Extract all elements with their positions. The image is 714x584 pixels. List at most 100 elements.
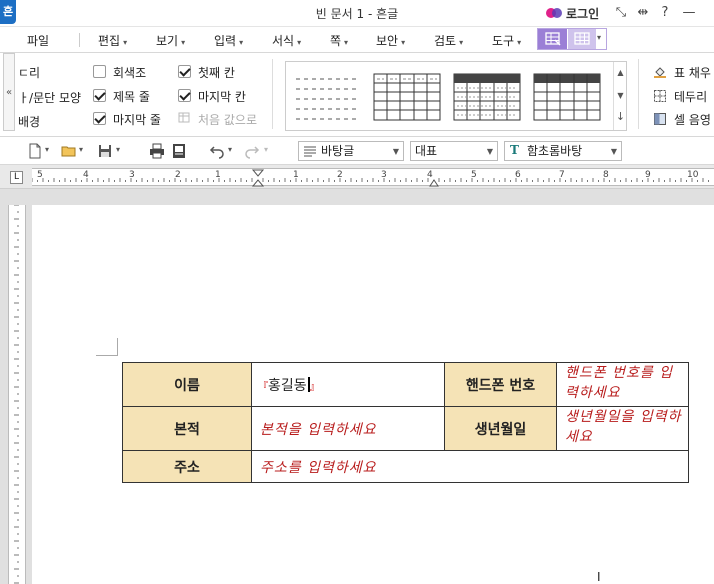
minimize-icon[interactable]: —: [680, 4, 698, 22]
reset-style-button[interactable]: 처음 값으로: [198, 111, 257, 128]
gallery-scrollbar[interactable]: ▲ ▼ ↓: [613, 62, 627, 130]
ruler-mark: 2: [175, 170, 181, 180]
menu-review-label: 검토: [434, 34, 457, 48]
table-style-banded[interactable]: [532, 72, 602, 122]
indent-marker[interactable]: [252, 169, 264, 187]
ribbon-left-label[interactable]: 배경: [18, 113, 40, 130]
menu-file[interactable]: 파일: [27, 32, 49, 49]
ribbon-left-label[interactable]: ㄷ리: [18, 64, 40, 81]
chevron-down-icon[interactable]: ▾: [597, 33, 601, 42]
fullscreen-icon[interactable]: ⤡: [612, 4, 630, 22]
menu-edit[interactable]: 편집 ▾: [98, 32, 127, 49]
menu-security[interactable]: 보안 ▾: [376, 32, 405, 49]
menu-view-label: 보기: [156, 34, 179, 48]
menu-page[interactable]: 쪽 ▾: [330, 32, 348, 49]
checkbox-grayscale[interactable]: [93, 65, 106, 78]
header-cell-origin[interactable]: 본적: [122, 406, 252, 451]
tab-type-selector[interactable]: L: [10, 171, 23, 184]
print-icon[interactable]: [149, 143, 165, 159]
gallery-scroll-up-icon[interactable]: ▲: [614, 68, 627, 77]
table-style-grid[interactable]: [372, 72, 442, 122]
menu-page-label: 쪽: [330, 34, 342, 48]
chevron-down-icon: ▼: [392, 147, 399, 156]
page-margin-corner: [96, 338, 118, 356]
checkbox-last-row[interactable]: [93, 112, 106, 125]
font-select[interactable]: T 함초롬바탕 ▼: [504, 141, 622, 161]
menu-insert[interactable]: 입력 ▾: [214, 32, 243, 49]
table-style-none[interactable]: [292, 72, 362, 122]
right-margin-marker[interactable]: [429, 177, 439, 187]
menu-review[interactable]: 검토 ▾: [434, 32, 463, 49]
chevron-down-icon: ▾: [344, 38, 349, 47]
chevron-down-icon: ▾: [517, 38, 522, 47]
chevron-down-icon: ▼: [486, 147, 493, 156]
ribbon-divider: [272, 59, 273, 129]
gallery-scroll-down-icon[interactable]: ▼: [614, 91, 627, 100]
checkbox-last-column[interactable]: [178, 89, 191, 102]
chevron-down-icon[interactable]: ▾: [116, 145, 120, 154]
chevron-down-icon: ▾: [401, 38, 406, 47]
address-input-cell[interactable]: 주소를 입력하세요: [251, 450, 689, 483]
chevron-down-icon[interactable]: ▾: [228, 145, 232, 154]
window-title: 빈 문서 1 - 흔글: [315, 7, 399, 21]
table-design-icon: [545, 32, 561, 46]
ruler-mark: 3: [129, 170, 135, 180]
header-cell-name[interactable]: 이름: [122, 362, 252, 407]
new-document-icon[interactable]: [27, 143, 43, 159]
border-button[interactable]: 테두리: [674, 88, 707, 105]
redo-icon[interactable]: [244, 143, 260, 159]
header-cell-address[interactable]: 주소: [122, 450, 252, 483]
print-preview-icon[interactable]: [171, 143, 187, 159]
reset-style-icon: [178, 112, 190, 123]
table-fill-button[interactable]: 표 채우: [674, 64, 711, 81]
chevron-down-icon[interactable]: ▾: [45, 145, 49, 154]
phone-input-cell[interactable]: 핸드폰 번호를 입력하세요: [556, 362, 689, 407]
language-select[interactable]: 대표 ▼: [410, 141, 498, 161]
chevron-down-icon: ▾: [264, 145, 269, 154]
ruler-mark: 2: [337, 170, 343, 180]
table-design-tab[interactable]: [538, 29, 567, 49]
checkbox-first-column-label: 첫째 칸: [198, 66, 235, 80]
save-icon[interactable]: [97, 143, 113, 159]
checkbox-first-column[interactable]: [178, 65, 191, 78]
menu-view[interactable]: 보기 ▾: [156, 32, 185, 49]
table-style-shaded-header[interactable]: [452, 72, 522, 122]
ribbon-collapse-button[interactable]: «: [3, 53, 15, 131]
quick-toolbar: ▾ ▾ ▾ ▾ ▾ 바탕글 ▼ 대표 ▼ T 함초롬바탕 ▼: [0, 137, 714, 165]
name-value-cell[interactable]: 『홍길동』: [251, 362, 445, 407]
login-button[interactable]: 로그인: [545, 5, 599, 22]
paragraph-style-select[interactable]: 바탕글 ▼: [298, 141, 404, 161]
cell-shade-icon: [654, 113, 666, 125]
menu-format[interactable]: 서식 ▾: [272, 32, 301, 49]
horizontal-ruler[interactable]: 5 4 3 2 1 1 2 3 4 5 6 7 8 9 10: [32, 168, 714, 187]
resize-width-icon[interactable]: ⇹: [634, 4, 652, 22]
gallery-expand-icon[interactable]: ↓: [614, 110, 627, 123]
menu-tools[interactable]: 도구 ▾: [492, 32, 521, 49]
chevron-down-icon: ▾: [123, 38, 128, 47]
table-style-gallery: ▲ ▼ ↓: [285, 61, 627, 131]
chevron-down-icon[interactable]: ▾: [79, 145, 83, 154]
menu-edit-label: 편집: [98, 34, 121, 48]
undo-icon[interactable]: [209, 143, 225, 159]
chevron-down-icon: ▾: [181, 38, 186, 47]
help-icon[interactable]: ?: [656, 4, 674, 22]
checkbox-header-row[interactable]: [93, 89, 106, 102]
ruler-mark: 3: [381, 170, 387, 180]
checkbox-grayscale-label: 회색조: [113, 66, 147, 80]
open-folder-icon[interactable]: [61, 143, 77, 159]
name-value: 홍길동: [268, 377, 307, 394]
header-cell-phone[interactable]: 핸드폰 번호: [444, 362, 557, 407]
checkbox-header-row-label: 제목 줄: [113, 90, 150, 104]
cell-shade-button[interactable]: 셀 음영: [674, 111, 711, 128]
vertical-ruler[interactable]: [8, 204, 26, 584]
border-icon: [654, 90, 666, 102]
header-cell-birthdate[interactable]: 생년월일: [444, 406, 557, 451]
ribbon-left-label[interactable]: ㅏ/문단 모양: [18, 89, 81, 106]
truetype-font-icon: T: [510, 143, 519, 157]
birthdate-input-cell[interactable]: 생년월일을 입력하세요: [556, 406, 689, 451]
menu-file-label: 파일: [27, 34, 50, 48]
language-value: 대표: [415, 144, 438, 158]
menu-divider: [79, 33, 80, 47]
origin-input-cell[interactable]: 본적을 입력하세요: [251, 406, 445, 451]
table-layout-tab[interactable]: [568, 29, 596, 49]
